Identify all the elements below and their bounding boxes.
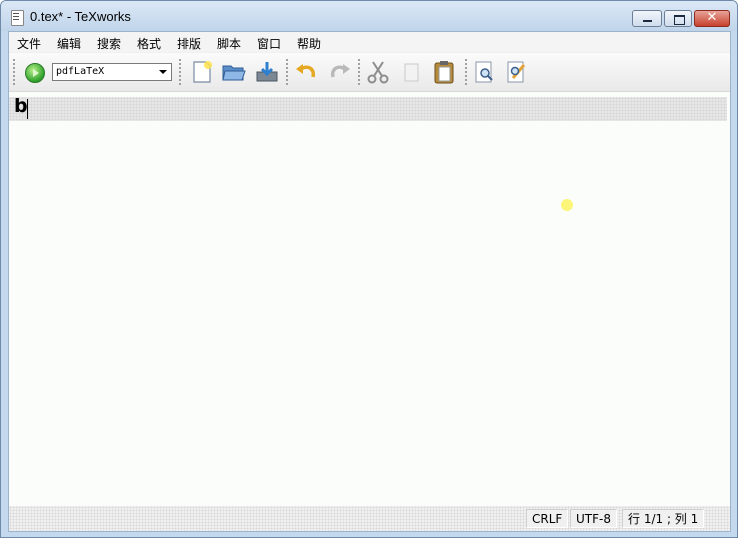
typeset-button[interactable] bbox=[25, 63, 45, 83]
toolbar-grip[interactable] bbox=[179, 59, 184, 85]
chevron-down-icon bbox=[159, 70, 167, 74]
maximize-icon bbox=[674, 15, 685, 25]
menu-window[interactable]: 窗口 bbox=[257, 35, 281, 52]
current-line-highlight bbox=[9, 97, 727, 121]
menu-search[interactable]: 搜索 bbox=[97, 35, 121, 52]
status-bar: CRLF UTF-8 行 1/1 ; 列 1 bbox=[9, 506, 730, 531]
find-icon[interactable] bbox=[472, 59, 498, 85]
copy-icon[interactable] bbox=[399, 59, 425, 85]
replace-icon[interactable] bbox=[504, 59, 530, 85]
menu-help[interactable]: 帮助 bbox=[297, 35, 321, 52]
mouse-cursor-highlight bbox=[561, 199, 573, 211]
new-file-icon[interactable] bbox=[189, 59, 215, 85]
title-bar[interactable]: 0.tex* - TeXworks ✕ bbox=[1, 1, 737, 31]
minimize-icon bbox=[643, 20, 652, 22]
paste-icon[interactable] bbox=[431, 59, 457, 85]
engine-select[interactable]: pdfLaTeX bbox=[52, 63, 172, 81]
window-title: 0.tex* - TeXworks bbox=[30, 9, 131, 24]
cut-icon[interactable] bbox=[365, 59, 391, 85]
engine-value: pdfLaTeX bbox=[56, 66, 105, 77]
save-icon[interactable] bbox=[254, 59, 280, 85]
toolbar: pdfLaTeX bbox=[9, 53, 730, 92]
text-caret bbox=[27, 99, 28, 119]
redo-icon[interactable] bbox=[327, 59, 353, 85]
menu-bar: 文件 编辑 搜索 格式 排版 脚本 窗口 帮助 bbox=[9, 32, 730, 52]
close-icon: ✕ bbox=[706, 10, 718, 25]
open-folder-icon[interactable] bbox=[221, 59, 247, 85]
texworks-window: 0.tex* - TeXworks ✕ 文件 编辑 搜索 格式 排版 脚本 窗口… bbox=[0, 0, 738, 538]
menu-scripts[interactable]: 脚本 bbox=[217, 35, 241, 52]
line-ending-status[interactable]: CRLF bbox=[526, 509, 569, 528]
document-icon bbox=[11, 10, 24, 26]
undo-icon[interactable] bbox=[293, 59, 319, 85]
toolbar-grip[interactable] bbox=[358, 59, 363, 85]
cursor-position-status[interactable]: 行 1/1 ; 列 1 bbox=[622, 509, 705, 528]
menu-file[interactable]: 文件 bbox=[17, 35, 41, 52]
editor-area[interactable]: b bbox=[9, 92, 730, 506]
menu-typeset[interactable]: 排版 bbox=[177, 35, 201, 52]
main-area: 文件 编辑 搜索 格式 排版 脚本 窗口 帮助 pdfLaTeX b CRLF … bbox=[8, 31, 731, 532]
menu-format[interactable]: 格式 bbox=[137, 35, 161, 52]
minimize-button[interactable] bbox=[632, 10, 662, 27]
close-button[interactable]: ✕ bbox=[694, 10, 730, 27]
toolbar-grip[interactable] bbox=[286, 59, 291, 85]
maximize-button[interactable] bbox=[664, 10, 692, 27]
editor-text: b bbox=[14, 95, 28, 117]
menu-edit[interactable]: 编辑 bbox=[57, 35, 81, 52]
encoding-status[interactable]: UTF-8 bbox=[570, 509, 617, 528]
toolbar-grip[interactable] bbox=[465, 59, 470, 85]
toolbar-grip[interactable] bbox=[13, 59, 18, 85]
